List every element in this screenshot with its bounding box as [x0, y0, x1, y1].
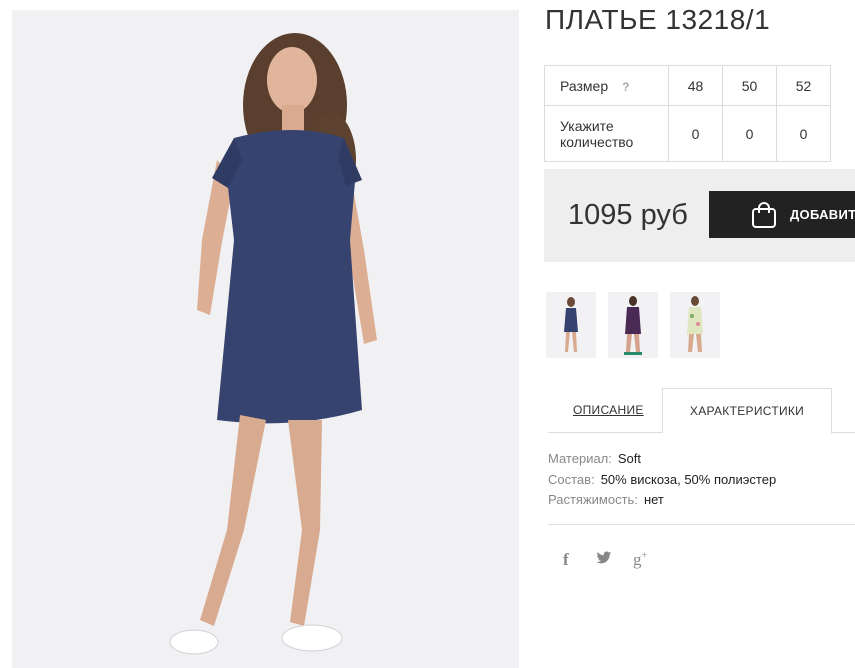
thumbnail-1[interactable]: [546, 292, 596, 358]
quantity-input-48[interactable]: 0: [668, 105, 723, 162]
characteristic-key: Состав:: [548, 471, 595, 487]
characteristics-divider: [548, 524, 855, 525]
characteristic-value: 50% вискоза, 50% полиэстер: [600, 471, 777, 487]
characteristics-list: Материал: Soft Состав: 50% вискоза, 50% по…: [548, 451, 776, 513]
characteristic-key: Растяжимость:: [548, 492, 638, 507]
tab-description[interactable]: ОПИСАНИЕ: [573, 403, 644, 417]
quantity-label: Укажите количество: [560, 117, 634, 150]
googleplus-icon[interactable]: g+: [633, 550, 647, 570]
price-box: 1095 руб ДОБАВИТЬ: [544, 169, 855, 262]
twitter-icon[interactable]: [596, 551, 612, 570]
characteristic-key: Материал:: [548, 451, 612, 466]
quantity-label-cell: Укажите количество: [544, 105, 669, 162]
size-option-48[interactable]: 48: [668, 65, 723, 106]
thumbnail-3[interactable]: [670, 292, 720, 358]
characteristic-row-composition: Состав: 50% вискоза, 50% полиэстер: [548, 472, 776, 493]
shopping-bag-icon: [751, 201, 777, 234]
add-to-cart-button[interactable]: ДОБАВИТЬ: [709, 191, 855, 238]
size-quantity-table: Размер? 48 50 52 Укажите количество 0 0 …: [544, 65, 831, 162]
size-label: Размер: [560, 77, 609, 94]
product-title: ПЛАТЬЕ 13218/1: [545, 4, 771, 35]
thumbnail-2[interactable]: [608, 292, 658, 358]
characteristic-row-stretch: Растяжимость: нет: [548, 492, 776, 513]
facebook-icon[interactable]: f: [563, 550, 569, 570]
size-row: Размер? 48 50 52: [544, 65, 831, 106]
size-option-50[interactable]: 50: [722, 65, 777, 106]
characteristic-value: Soft: [617, 451, 642, 466]
size-help-icon[interactable]: ?: [622, 80, 629, 94]
quantity-row: Укажите количество 0 0 0: [544, 105, 831, 162]
size-label-cell: Размер?: [544, 65, 669, 106]
product-main-photo: [12, 10, 519, 668]
googleplus-plus: +: [641, 550, 648, 562]
tab-characteristics[interactable]: ХАРАКТЕРИСТИКИ: [662, 388, 832, 434]
product-price: 1095 руб: [568, 199, 688, 231]
characteristic-row-material: Материал: Soft: [548, 451, 776, 472]
googleplus-glyph: g: [633, 550, 642, 569]
size-option-52[interactable]: 52: [776, 65, 831, 106]
characteristic-value: нет: [643, 492, 664, 507]
add-to-cart-label: ДОБАВИТЬ: [790, 207, 855, 222]
quantity-input-52[interactable]: 0: [776, 105, 831, 162]
quantity-input-50[interactable]: 0: [722, 105, 777, 162]
